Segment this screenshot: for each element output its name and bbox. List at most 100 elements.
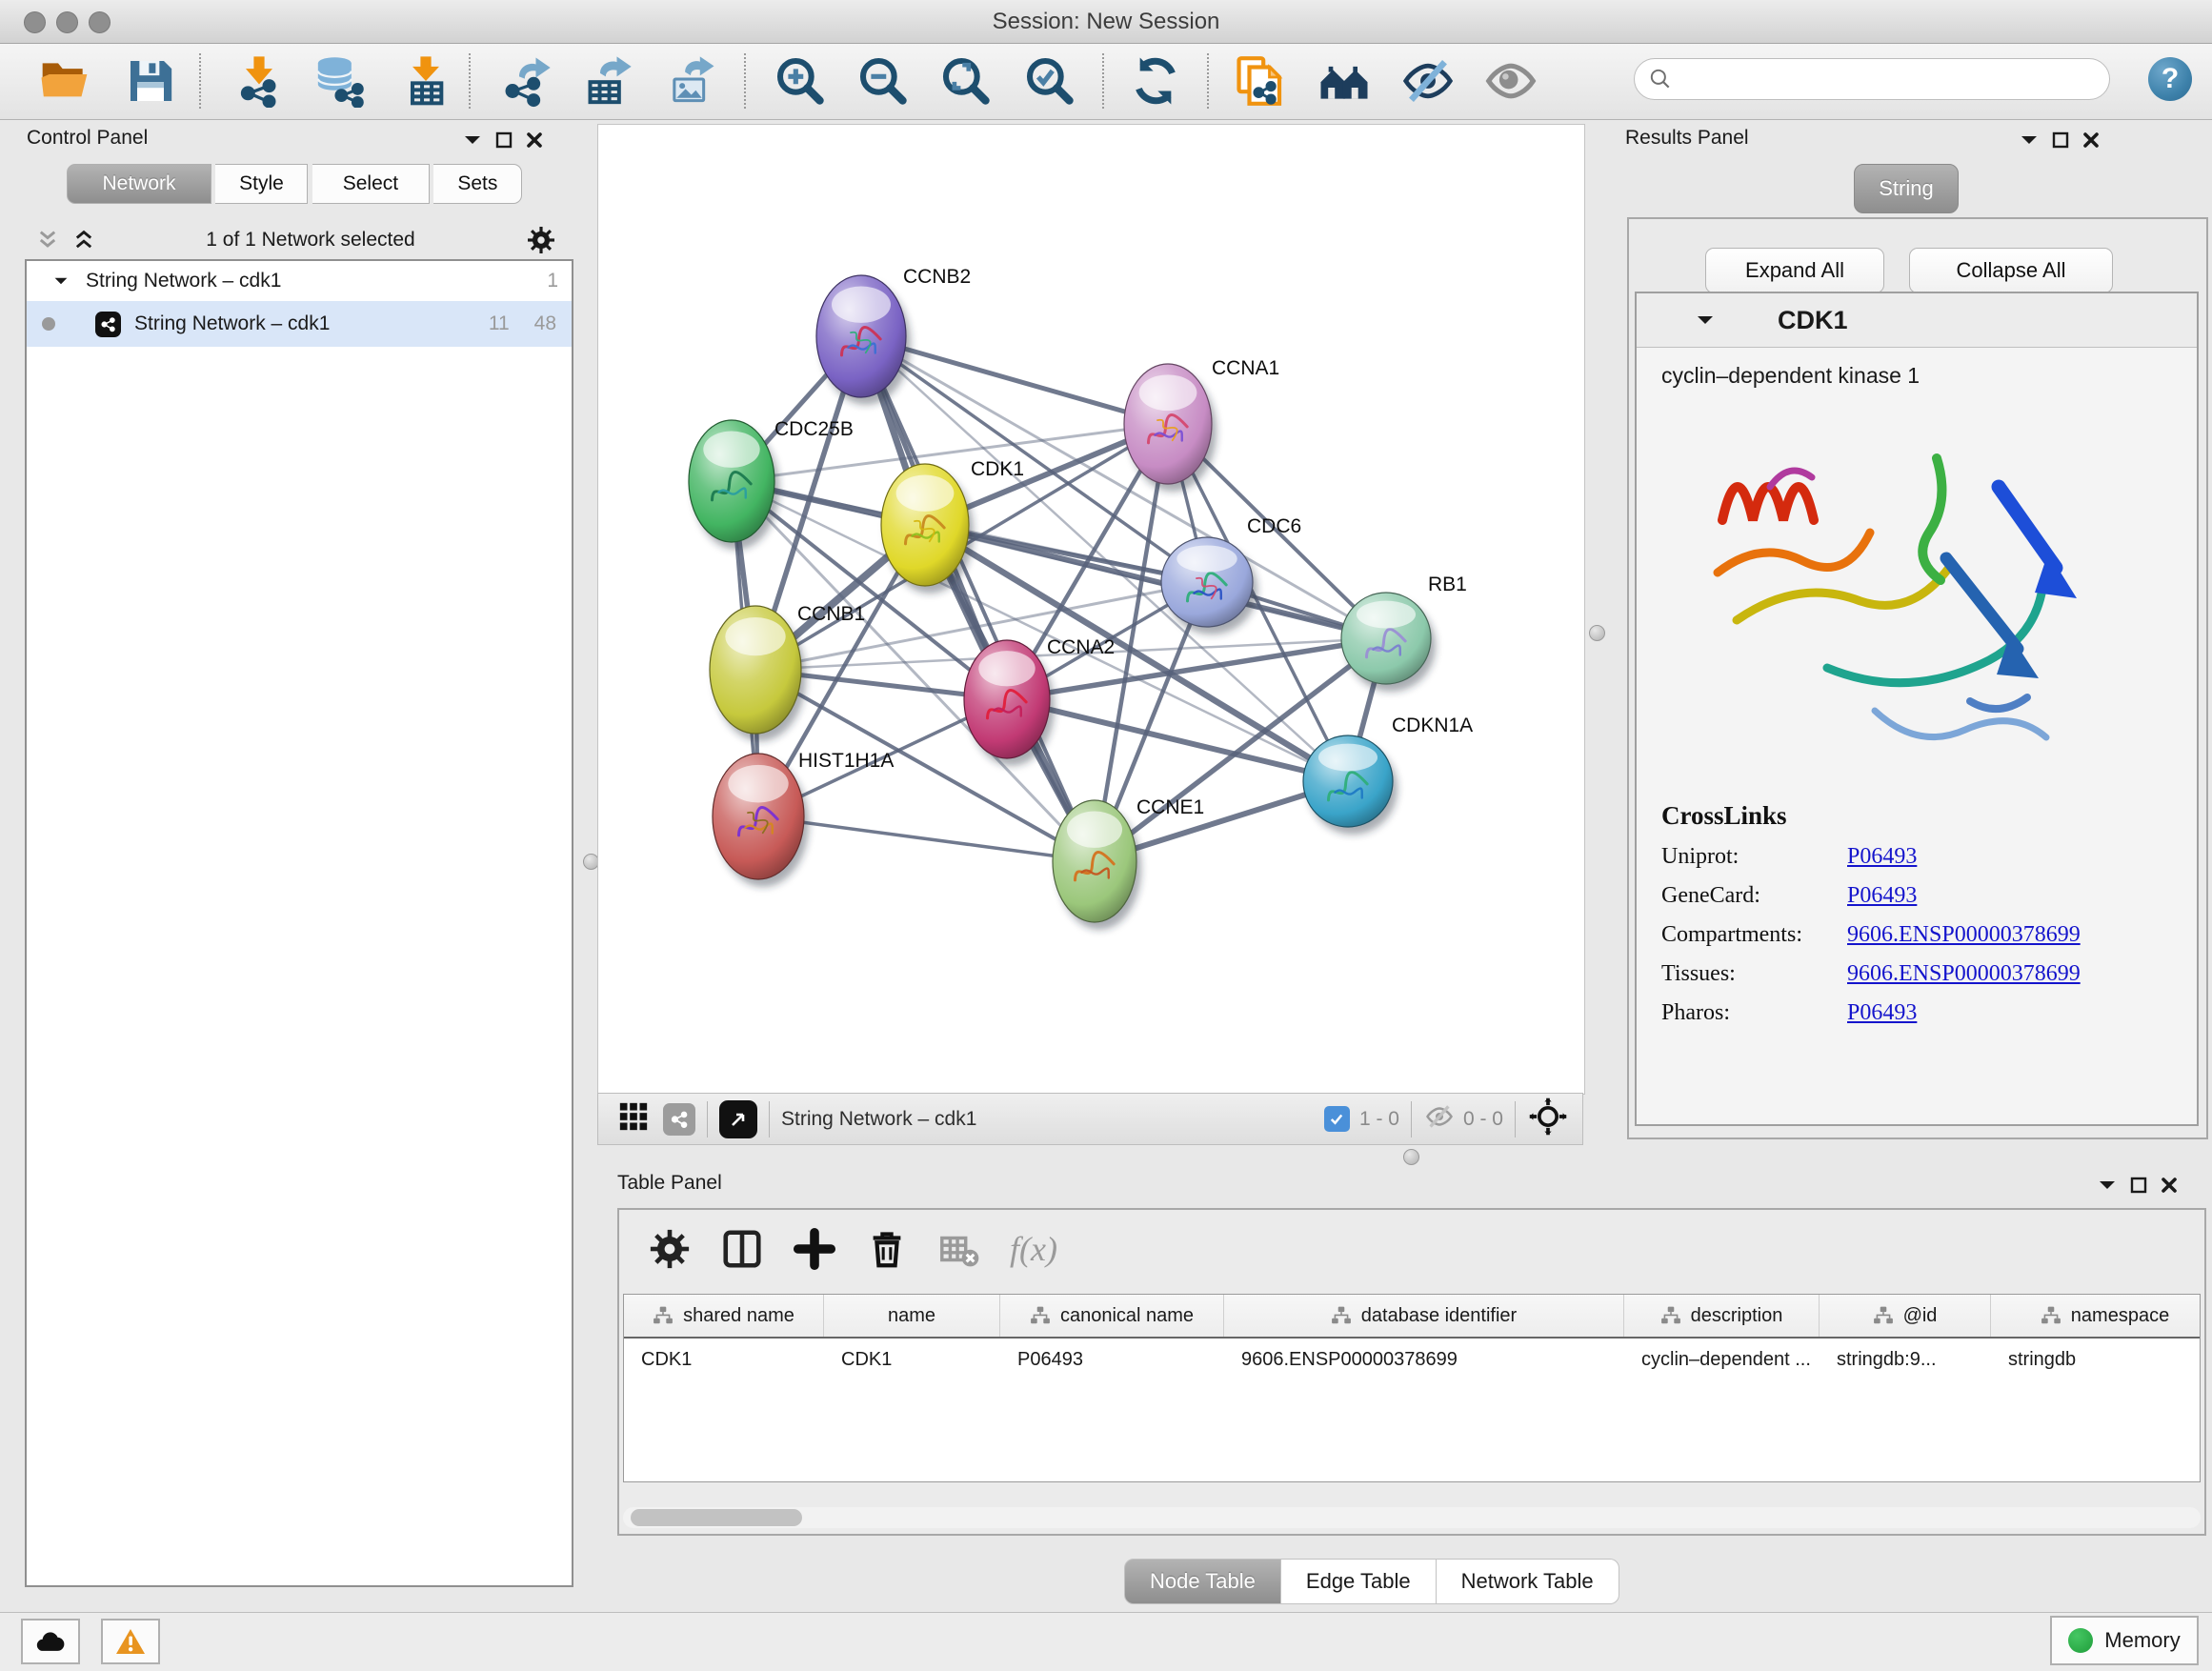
table-options-gear-icon[interactable] — [648, 1227, 692, 1271]
zoom-fit-icon[interactable] — [939, 54, 993, 108]
string-network-graph[interactable]: CCNB2CCNA1CDC25BCDK1CDC6RB1CCNB1CCNA2CDK… — [598, 125, 1584, 1094]
table-cell[interactable]: stringdb — [1991, 1339, 2201, 1380]
svg-text:CCNA2: CCNA2 — [1047, 636, 1115, 658]
warnings-button[interactable] — [101, 1619, 160, 1664]
apply-layout-icon[interactable] — [1129, 54, 1182, 108]
tab-network-table[interactable]: Network Table — [1437, 1559, 1619, 1604]
close-panel-icon[interactable] — [2082, 131, 2100, 149]
zoom-selected-icon[interactable] — [1023, 54, 1076, 108]
protein-node-CCNA1: CCNA1 — [1124, 357, 1279, 492]
delete-column-trash-icon[interactable] — [865, 1227, 909, 1271]
svg-text:CCNE1: CCNE1 — [1136, 796, 1204, 818]
export-table-icon[interactable] — [580, 54, 633, 108]
panel-menu-icon[interactable] — [2098, 1178, 2117, 1192]
horizontal-splitter-handle[interactable] — [1403, 1149, 1419, 1165]
column-header[interactable]: namespace — [1991, 1295, 2201, 1337]
vertical-splitter-handle[interactable] — [1589, 625, 1605, 641]
table-cell[interactable]: P06493 — [1000, 1339, 1224, 1380]
crosslink-link[interactable]: P06493 — [1847, 1000, 1917, 1026]
network-canvas[interactable]: CCNB2CCNA1CDC25BCDK1CDC6RB1CCNB1CCNA2CDK… — [597, 124, 1585, 1095]
tab-edge-table[interactable]: Edge Table — [1281, 1559, 1437, 1604]
crosslink-label: Pharos: — [1661, 1000, 1847, 1026]
tab-style[interactable]: Style — [215, 164, 308, 204]
protein-node-CDC6: CDC6 — [1161, 515, 1301, 634]
function-builder-icon[interactable]: f(x) — [1010, 1229, 1057, 1269]
table-panel-title: Table Panel — [617, 1172, 722, 1195]
crosslink-link[interactable]: P06493 — [1847, 844, 1917, 870]
cloud-button[interactable] — [21, 1619, 80, 1664]
open-session-icon[interactable] — [38, 54, 91, 108]
column-header[interactable]: @id — [1820, 1295, 1991, 1337]
float-panel-icon[interactable] — [2130, 1177, 2147, 1194]
table-cell[interactable]: CDK1 — [624, 1339, 824, 1380]
collapse-all-tree-icon[interactable] — [36, 229, 59, 252]
network-row-selected[interactable]: String Network – cdk1 11 48 — [27, 301, 572, 347]
tab-node-table[interactable]: Node Table — [1124, 1559, 1281, 1604]
zoom-out-icon[interactable] — [856, 54, 910, 108]
table-cell[interactable]: stringdb:9... — [1820, 1339, 1991, 1380]
memory-button[interactable]: Memory — [2050, 1616, 2199, 1665]
memory-label: Memory — [2104, 1628, 2180, 1653]
tree-expander-icon[interactable] — [53, 275, 69, 287]
import-network-database-icon[interactable] — [312, 54, 366, 108]
network-view-type-icon[interactable] — [663, 1103, 695, 1136]
network-collection-row[interactable]: String Network – cdk1 1 — [27, 261, 572, 301]
selected-items-checkbox-icon[interactable] — [1324, 1106, 1350, 1132]
zoom-in-icon[interactable] — [774, 54, 827, 108]
tab-network[interactable]: Network — [67, 164, 211, 204]
export-network-icon[interactable] — [499, 54, 553, 108]
svg-text:CDC25B: CDC25B — [774, 418, 854, 440]
protein-section: CDK1 cyclin–dependent kinase 1 — [1635, 292, 2199, 1126]
column-header[interactable]: canonical name — [1000, 1295, 1224, 1337]
table-horizontal-scrollbar[interactable] — [623, 1507, 2201, 1528]
column-header[interactable]: shared name — [624, 1295, 824, 1337]
hidden-items-eye-icon[interactable] — [1423, 1102, 1456, 1136]
close-panel-icon[interactable] — [526, 131, 543, 149]
panel-menu-icon[interactable] — [2020, 133, 2039, 147]
crosslink-label: Uniprot: — [1661, 844, 1847, 870]
table-row[interactable]: CDK1CDK1P064939606.ENSP00000378699cyclin… — [624, 1339, 2200, 1380]
copy-network-icon[interactable] — [1233, 54, 1286, 108]
tab-string[interactable]: String — [1854, 164, 1959, 213]
expand-all-tree-icon[interactable] — [72, 229, 95, 252]
hide-selected-eye-icon[interactable] — [1401, 54, 1455, 108]
column-header[interactable]: name — [824, 1295, 1000, 1337]
show-all-eye-icon[interactable] — [1484, 54, 1538, 108]
search-input[interactable] — [1673, 66, 2109, 92]
expand-all-button[interactable]: Expand All — [1705, 248, 1884, 293]
main-toolbar: ? — [0, 44, 2212, 120]
network-view-toolbar: String Network – cdk1 1 - 0 0 - 0 — [597, 1093, 1583, 1145]
close-panel-icon[interactable] — [2161, 1177, 2178, 1194]
protein-section-header[interactable]: CDK1 — [1637, 293, 2197, 348]
help-button[interactable]: ? — [2148, 57, 2192, 101]
panel-menu-icon[interactable] — [463, 133, 482, 147]
birds-eye-crosshair-icon[interactable] — [1527, 1096, 1569, 1142]
float-panel-icon[interactable] — [495, 131, 513, 149]
column-header[interactable]: database identifier — [1224, 1295, 1624, 1337]
tab-sets[interactable]: Sets — [433, 164, 522, 204]
crosslink-link[interactable]: 9606.ENSP00000378699 — [1847, 961, 2081, 987]
svg-text:HIST1H1A: HIST1H1A — [798, 750, 894, 772]
delete-table-icon[interactable] — [937, 1227, 981, 1271]
crosslink-link[interactable]: 9606.ENSP00000378699 — [1847, 922, 2081, 948]
scrollbar-thumb[interactable] — [631, 1509, 802, 1526]
tab-select[interactable]: Select — [312, 164, 430, 204]
section-expander-icon[interactable] — [1696, 313, 1715, 327]
export-image-icon[interactable] — [664, 54, 717, 108]
float-panel-icon[interactable] — [2052, 131, 2069, 149]
grid-view-icon[interactable] — [617, 1100, 650, 1137]
import-network-file-icon[interactable] — [232, 54, 286, 108]
add-column-icon[interactable] — [793, 1227, 836, 1271]
network-gallery-icon[interactable] — [1317, 54, 1371, 108]
save-session-icon[interactable] — [124, 54, 177, 108]
show-columns-icon[interactable] — [720, 1227, 764, 1271]
import-table-file-icon[interactable] — [399, 54, 452, 108]
detach-view-icon[interactable] — [719, 1100, 757, 1138]
crosslink-link[interactable]: P06493 — [1847, 883, 1917, 909]
network-options-gear-icon[interactable] — [526, 225, 556, 255]
collapse-all-button[interactable]: Collapse All — [1909, 248, 2113, 293]
table-cell[interactable]: cyclin–dependent ... — [1624, 1339, 1820, 1380]
column-header[interactable]: description — [1624, 1295, 1820, 1337]
table-cell[interactable]: 9606.ENSP00000378699 — [1224, 1339, 1624, 1380]
table-cell[interactable]: CDK1 — [824, 1339, 1000, 1380]
